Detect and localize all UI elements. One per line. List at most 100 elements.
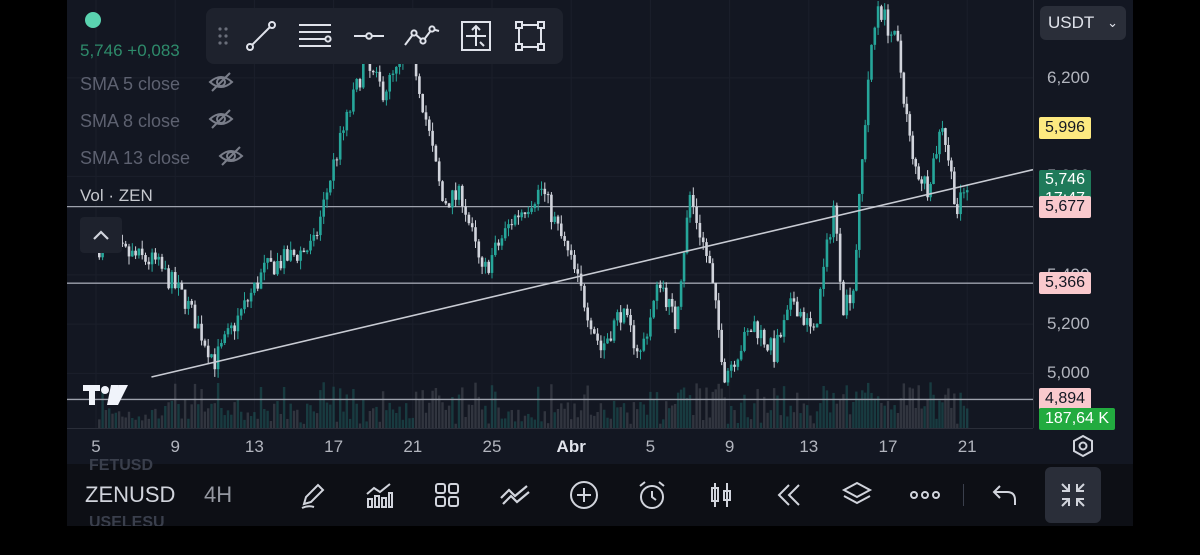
candle-body[interactable] xyxy=(395,66,398,74)
candle-body[interactable] xyxy=(563,236,566,241)
candle-body[interactable] xyxy=(569,250,573,255)
candle-body[interactable] xyxy=(332,159,335,181)
compare-symbols-icon[interactable] xyxy=(497,477,533,513)
candle-body[interactable] xyxy=(355,79,358,90)
candle-body[interactable] xyxy=(263,262,266,273)
add-plus-icon[interactable] xyxy=(566,477,602,513)
candle-body[interactable] xyxy=(586,307,589,321)
candle-body[interactable] xyxy=(880,6,883,20)
candle-body[interactable] xyxy=(530,208,533,212)
candle-body[interactable] xyxy=(206,345,210,358)
candle-body[interactable] xyxy=(193,304,197,329)
candle-body[interactable] xyxy=(513,215,517,225)
candle-body[interactable] xyxy=(223,334,226,343)
candle-body[interactable] xyxy=(470,223,474,228)
candle-body[interactable] xyxy=(312,235,316,241)
candle-body[interactable] xyxy=(381,81,385,101)
candle-body[interactable] xyxy=(866,79,870,126)
candle-body[interactable] xyxy=(950,160,953,172)
candle-body[interactable] xyxy=(705,242,708,256)
candle-body[interactable] xyxy=(599,340,603,351)
candle-body[interactable] xyxy=(642,338,646,351)
candle-body[interactable] xyxy=(726,370,730,383)
rectangle-tool-icon[interactable] xyxy=(508,14,552,58)
candle-body[interactable] xyxy=(236,315,240,332)
candle-body[interactable] xyxy=(905,103,909,115)
candle-body[interactable] xyxy=(914,158,918,167)
candle-body[interactable] xyxy=(664,287,668,308)
candle-body[interactable] xyxy=(809,318,812,327)
candle-body[interactable] xyxy=(335,159,339,161)
candle-body[interactable] xyxy=(723,362,726,383)
candle-body[interactable] xyxy=(782,320,786,337)
candle-body[interactable] xyxy=(553,216,556,223)
candle-body[interactable] xyxy=(451,190,454,208)
candle-body[interactable] xyxy=(183,289,187,309)
candle-body[interactable] xyxy=(632,325,636,349)
candle-body[interactable] xyxy=(639,350,642,352)
exit-fullscreen-button[interactable] xyxy=(1045,467,1101,523)
candle-body[interactable] xyxy=(272,261,276,275)
candle-body[interactable] xyxy=(786,309,789,321)
candle-body[interactable] xyxy=(682,252,686,282)
candle-body[interactable] xyxy=(876,6,880,28)
eye-off-icon[interactable] xyxy=(218,145,244,172)
candle-body[interactable] xyxy=(533,204,537,209)
candle-body[interactable] xyxy=(391,73,395,75)
candle-body[interactable] xyxy=(701,237,705,243)
candle-body[interactable] xyxy=(873,27,877,45)
candle-body[interactable] xyxy=(197,323,200,329)
candle-body[interactable] xyxy=(503,228,507,239)
candle-body[interactable] xyxy=(325,192,329,200)
time-axis[interactable]: 5 9 13 17 21 25 Abr 5 9 13 17 21 xyxy=(67,428,1033,465)
candle-body[interactable] xyxy=(200,323,203,341)
candle-body[interactable] xyxy=(929,183,932,198)
candle-body[interactable] xyxy=(886,9,890,36)
indicators-icon[interactable] xyxy=(361,477,397,513)
candle-body[interactable] xyxy=(556,216,560,224)
drag-handle-icon[interactable] xyxy=(212,21,234,51)
candle-body[interactable] xyxy=(309,240,312,251)
candle-body[interactable] xyxy=(164,268,167,270)
candle-body[interactable] xyxy=(626,308,629,316)
candle-body[interactable] xyxy=(437,161,441,182)
candle-body[interactable] xyxy=(649,317,652,337)
candle-body[interactable] xyxy=(941,128,944,132)
candle-body[interactable] xyxy=(673,306,677,330)
candle-body[interactable] xyxy=(137,248,141,256)
candle-body[interactable] xyxy=(795,301,799,317)
replay-rewind-icon[interactable] xyxy=(771,477,807,513)
candle-body[interactable] xyxy=(385,91,388,101)
candle-body[interactable] xyxy=(746,330,750,332)
candle-body[interactable] xyxy=(593,329,596,334)
candle-body[interactable] xyxy=(902,72,906,104)
candle-body[interactable] xyxy=(583,285,586,308)
candle-body[interactable] xyxy=(160,256,164,269)
candle-body[interactable] xyxy=(566,240,570,251)
horizontal-ray-tool-icon[interactable] xyxy=(347,14,391,58)
candle-body[interactable] xyxy=(203,340,207,346)
candle-body[interactable] xyxy=(911,135,915,159)
candle-body[interactable] xyxy=(243,300,246,310)
candle-body[interactable] xyxy=(596,333,599,341)
candle-body[interactable] xyxy=(759,329,763,339)
candle-body[interactable] xyxy=(799,311,802,317)
candle-body[interactable] xyxy=(154,252,157,260)
candle-body[interactable] xyxy=(629,315,632,326)
candle-body[interactable] xyxy=(497,242,500,246)
candle-body[interactable] xyxy=(835,205,839,234)
plot-area[interactable]: 5,746 +0,083 SMA 5 close SMA 8 close SMA… xyxy=(67,0,1033,428)
alarm-clock-icon[interactable] xyxy=(634,477,670,513)
candle-body[interactable] xyxy=(838,233,842,282)
candle-body[interactable] xyxy=(276,261,279,275)
candle-body[interactable] xyxy=(711,263,715,283)
candle-body[interactable] xyxy=(296,254,299,261)
candle-body[interactable] xyxy=(685,217,689,253)
candle-body[interactable] xyxy=(753,321,756,332)
price-axis[interactable]: 6,2005,8005,4005,2005,000 5,996 5,746 17… xyxy=(1033,0,1133,430)
candle-body[interactable] xyxy=(523,212,527,215)
eye-off-icon[interactable] xyxy=(208,71,234,98)
candle-body[interactable] xyxy=(464,206,467,215)
candle-body[interactable] xyxy=(431,130,434,146)
candle-body[interactable] xyxy=(527,211,530,215)
